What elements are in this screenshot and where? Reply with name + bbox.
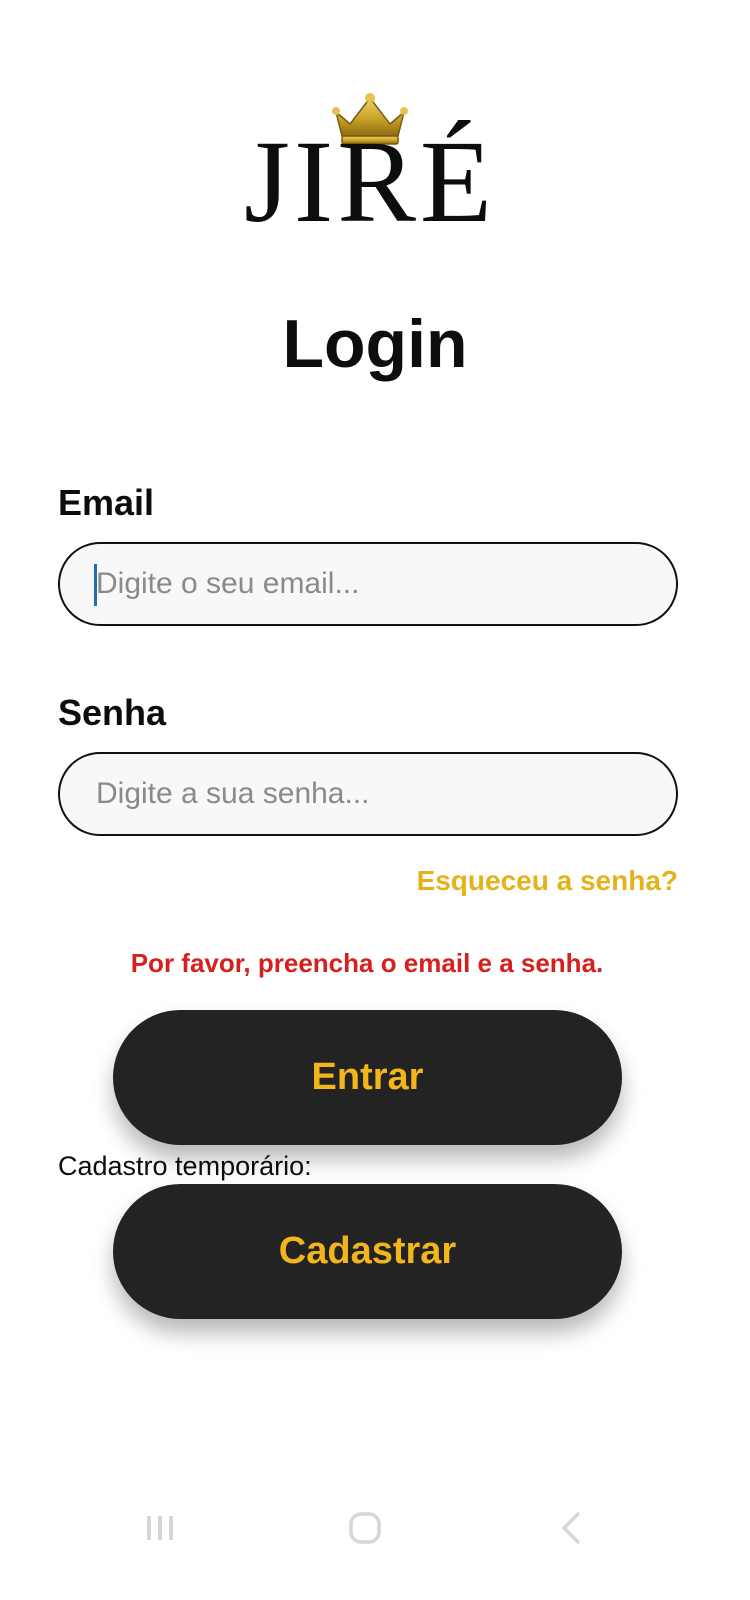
email-label: Email	[58, 482, 155, 523]
login-screen: JIRÉ Login Email Senha Esqueceu a senha?…	[0, 0, 750, 1600]
password-field[interactable]	[58, 752, 678, 836]
page-title: Login	[282, 306, 468, 382]
logo-wordmark: JIRÉ	[244, 116, 496, 247]
register-button[interactable]: Cadastrar	[113, 1184, 622, 1319]
forgot-password-link[interactable]: Esqueceu a senha?	[417, 864, 678, 898]
recents-icon[interactable]	[140, 1508, 180, 1548]
temporary-signup-label: Cadastro temporário:	[58, 1151, 312, 1181]
login-button[interactable]: Entrar	[113, 1010, 622, 1145]
error-message: Por favor, preencha o email e a senha.	[130, 948, 604, 978]
email-field[interactable]	[58, 542, 678, 626]
back-icon[interactable]	[552, 1508, 592, 1548]
system-nav-bar	[0, 1490, 750, 1570]
password-label: Senha	[58, 692, 167, 733]
text-cursor	[94, 564, 97, 606]
brand-logo: JIRÉ	[205, 92, 535, 242]
home-icon[interactable]	[345, 1508, 385, 1548]
